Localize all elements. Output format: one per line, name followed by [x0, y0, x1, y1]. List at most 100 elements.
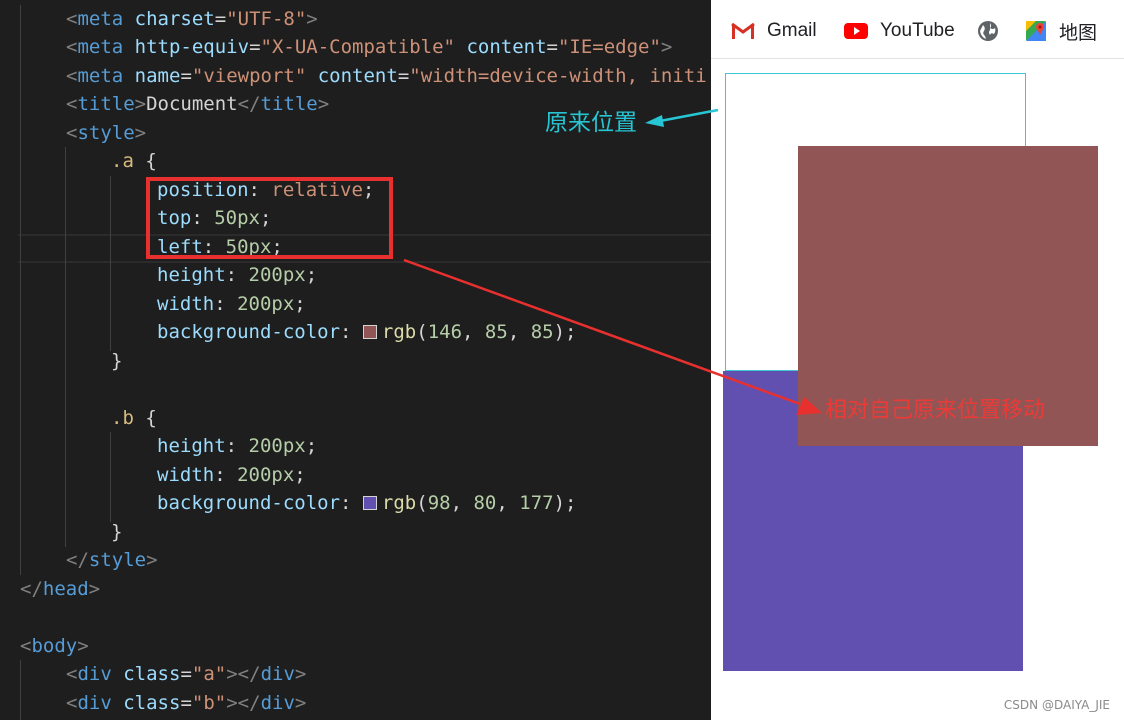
indent-guide — [20, 5, 21, 575]
token: rgb — [381, 321, 417, 343]
token: ; — [305, 264, 318, 286]
token: 200px — [248, 264, 306, 286]
token: class — [123, 663, 181, 685]
code-line-title[interactable]: <title>Document</title> — [66, 90, 329, 118]
bookmarks-bar: Gmail YouTube 地图 — [711, 0, 1124, 59]
token: 98 — [427, 492, 451, 514]
bookmark-gmail[interactable]: Gmail — [731, 17, 817, 45]
code-line-close-brace[interactable]: } — [111, 518, 122, 546]
token: 200px — [237, 464, 295, 486]
token: , — [450, 492, 474, 514]
code-line-head-close[interactable]: </head> — [20, 575, 100, 603]
token: 146 — [427, 321, 463, 343]
token: meta — [77, 36, 124, 58]
token: , — [496, 492, 520, 514]
indent-guide — [110, 432, 111, 522]
token: ) — [553, 492, 566, 514]
token: ; — [305, 435, 318, 457]
code-line-meta-charset[interactable]: <meta charset="UTF-8"> — [66, 5, 318, 33]
token: height — [157, 435, 226, 457]
token: "UTF-8" — [226, 8, 307, 30]
token: .b — [111, 407, 134, 429]
indent-guide — [20, 660, 21, 720]
code-line-background-color-b[interactable]: background-color: rgb(98, 80, 177); — [157, 489, 577, 517]
token: div — [260, 692, 295, 714]
token: 85 — [484, 321, 508, 343]
token: "IE=edge" — [557, 36, 661, 58]
token: : — [214, 464, 238, 486]
token: : — [214, 293, 238, 315]
code-line-height[interactable]: height: 200px; — [157, 261, 317, 289]
code-line-style-open[interactable]: <style> — [66, 119, 146, 147]
bookmark-maps[interactable]: 地图 — [1025, 17, 1097, 45]
token: Document — [146, 93, 238, 115]
annotation-relative-move: 相对自己原来位置移动 — [825, 398, 1046, 423]
token: > — [226, 663, 238, 685]
token: 200px — [237, 293, 295, 315]
token: ; — [565, 321, 577, 343]
token: } — [111, 350, 123, 372]
token: : — [340, 492, 363, 514]
bookmark-globe[interactable] — [977, 17, 1011, 45]
token: < — [66, 692, 78, 714]
code-line-height[interactable]: height: 200px; — [157, 432, 317, 460]
token: , — [507, 321, 531, 343]
bookmark-youtube[interactable]: YouTube — [844, 17, 955, 45]
token: > — [660, 36, 673, 58]
token: { — [133, 150, 157, 172]
code-line-div-a[interactable]: <div class="a"></div> — [66, 660, 306, 688]
code-line-width[interactable]: width: 200px; — [157, 461, 306, 489]
browser-preview: Gmail YouTube 地图 CSDN @DAIYA_JIE — [711, 0, 1124, 720]
color-swatch[interactable] — [362, 496, 377, 510]
token: < — [66, 663, 78, 685]
token: > — [134, 93, 147, 115]
token: title — [77, 93, 135, 115]
token: "X-UA-Compatible" — [260, 36, 455, 58]
token: ; — [294, 464, 306, 486]
code-line-div-b[interactable]: <div class="b"></div> — [66, 689, 306, 717]
indent-guide — [110, 176, 111, 351]
token: = — [180, 65, 192, 87]
token: div — [77, 663, 112, 685]
token: > — [77, 635, 89, 657]
code-line-selector-a[interactable]: .a { — [111, 147, 157, 175]
token: meta — [77, 65, 124, 87]
token: "viewport" — [191, 65, 307, 87]
color-swatch[interactable] — [362, 325, 377, 339]
token: : — [340, 321, 363, 343]
token: </ — [237, 93, 261, 115]
code-line-selector-b[interactable]: .b { — [111, 404, 157, 432]
youtube-icon — [844, 23, 868, 39]
token: 200px — [248, 435, 306, 457]
code-line-body-open[interactable]: <body> — [20, 632, 89, 660]
token: < — [66, 65, 78, 87]
token: body — [31, 635, 78, 657]
token: = — [397, 65, 410, 87]
code-line-width[interactable]: width: 200px; — [157, 290, 306, 318]
token: ( — [416, 321, 428, 343]
bookmark-label: YouTube — [880, 20, 955, 41]
token: "a" — [191, 663, 227, 685]
token: "b" — [191, 692, 227, 714]
token: content — [317, 65, 398, 87]
token: = — [214, 8, 227, 30]
token: </ — [237, 663, 261, 685]
annotation-original-position: 原来位置 — [545, 110, 637, 136]
code-line-meta-http-equiv[interactable]: <meta http-equiv="X-UA-Compatible" conte… — [66, 33, 672, 61]
code-line-style-close[interactable]: </style> — [66, 546, 158, 574]
token: = — [180, 692, 192, 714]
code-line-close-brace[interactable]: } — [111, 347, 122, 375]
token: div — [260, 663, 295, 685]
token: 85 — [530, 321, 554, 343]
token: ; — [294, 293, 306, 315]
code-line-meta-viewport[interactable]: <meta name="viewport" content="width=dev… — [66, 62, 707, 90]
token: rgb — [381, 492, 417, 514]
token: > — [317, 93, 330, 115]
watermark: CSDN @DAIYA_JIE — [1003, 698, 1110, 712]
globe-icon — [978, 21, 998, 41]
token: > — [88, 578, 101, 600]
bookmark-label: Gmail — [767, 20, 817, 41]
code-line-background-color-a[interactable]: background-color: rgb(146, 85, 85); — [157, 318, 577, 346]
